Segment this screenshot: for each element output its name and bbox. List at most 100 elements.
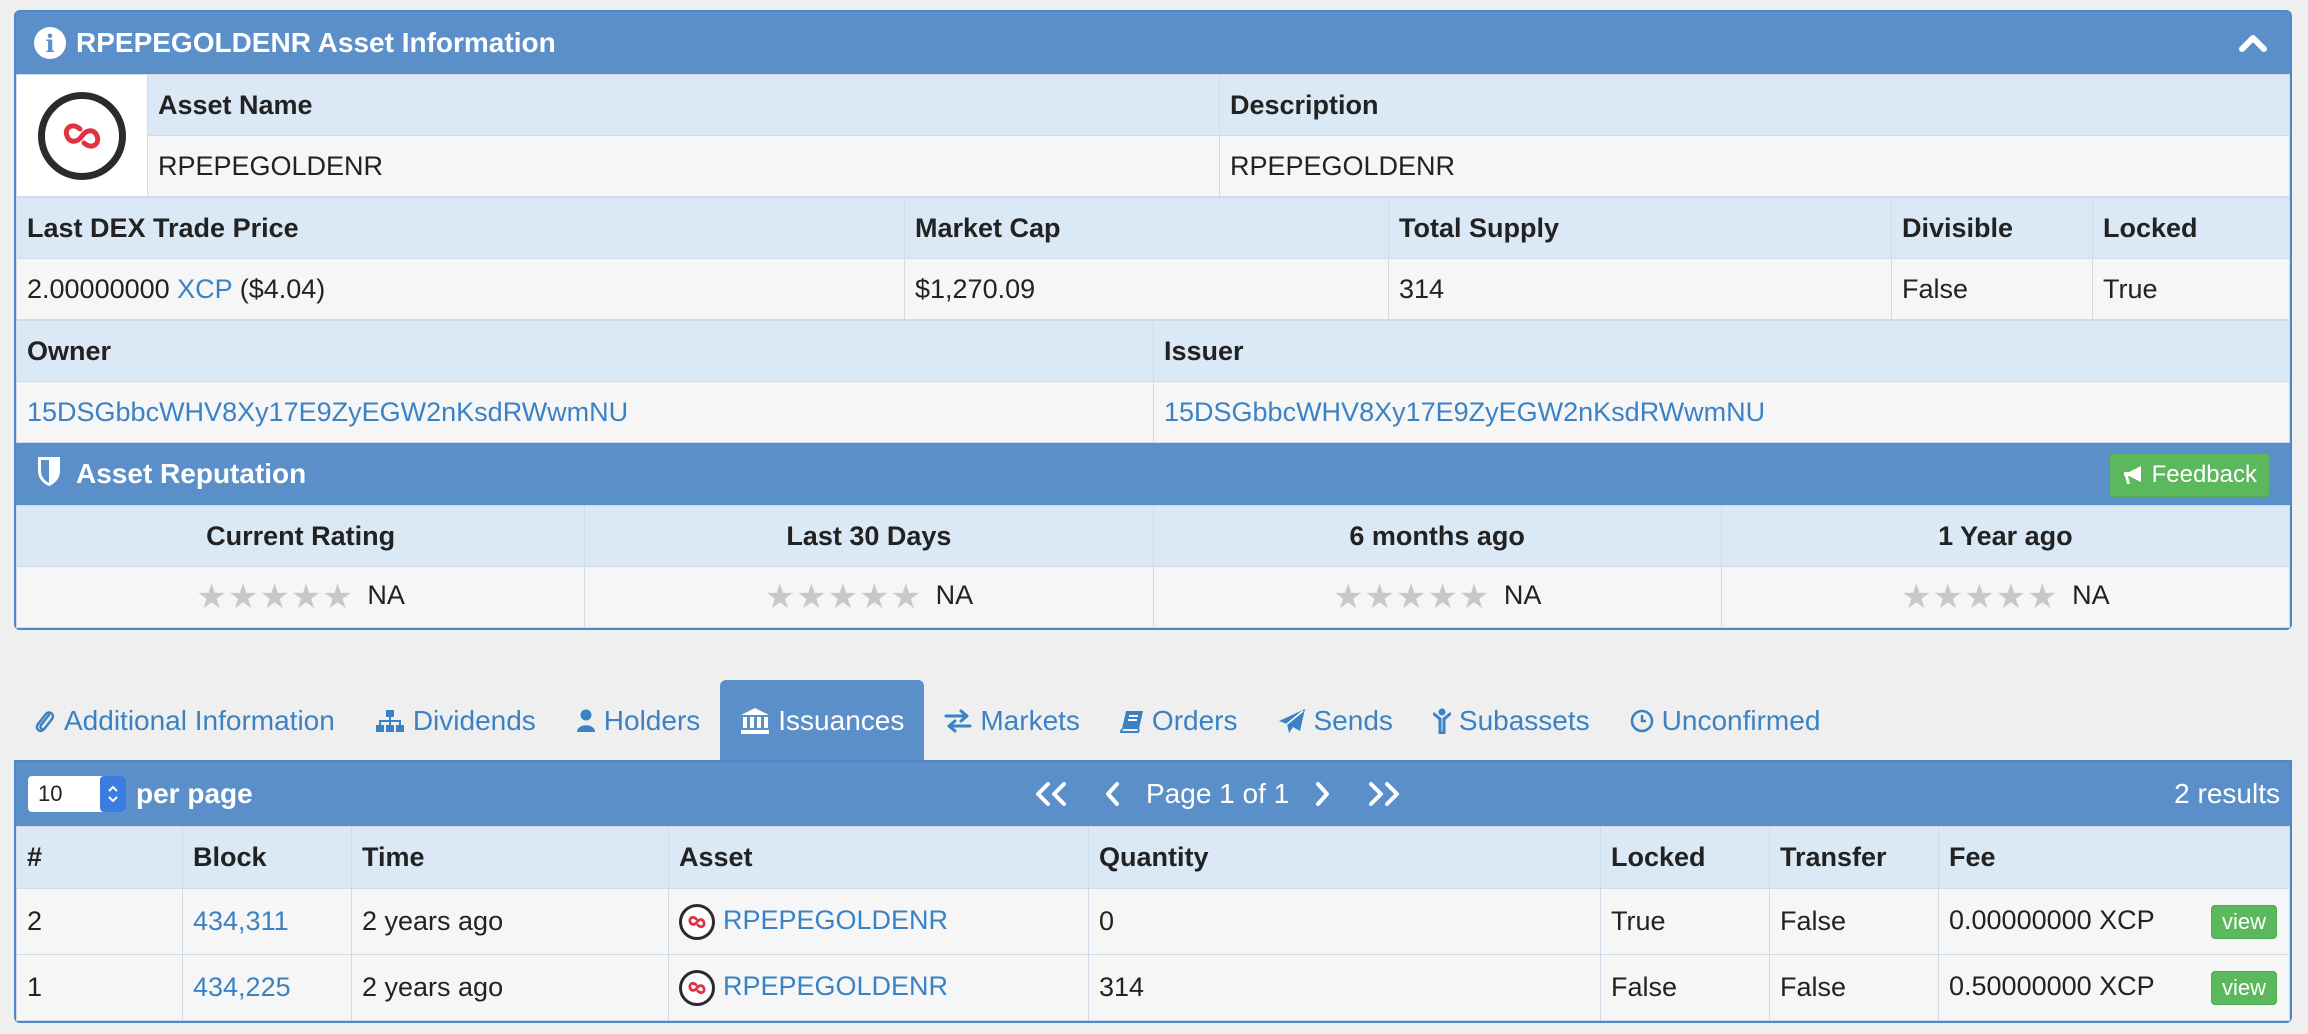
view-button[interactable]: view: [2210, 970, 2277, 1005]
row-locked: True: [1600, 888, 1770, 955]
description-value: RPEPEGOLDENR: [1219, 135, 2290, 197]
divisible-label: Divisible: [1891, 197, 2093, 259]
double-chevron-right-icon: [1369, 782, 1400, 806]
counterparty-logo-icon: [679, 903, 715, 940]
description-label: Description: [1219, 74, 2290, 136]
tab-label: Subassets: [1458, 705, 1590, 736]
tab-additional-information[interactable]: Additional Information: [14, 680, 355, 762]
last-price-label: Last DEX Trade Price: [16, 197, 905, 259]
row-time: 2 years ago: [351, 954, 669, 1021]
reputation-table: Current Rating Last 30 Days 6 months ago…: [15, 505, 2291, 628]
rating-current-value: NA: [367, 580, 405, 611]
table-header-row: # Block Time Asset Quantity Locked Trans…: [16, 826, 2290, 889]
asset-link[interactable]: RPEPEGOLDENR: [723, 971, 948, 1001]
per-page-label: per page: [136, 778, 253, 809]
tab-markets[interactable]: Markets: [924, 680, 1100, 762]
pagination: Page 1 of 1: [1016, 762, 1419, 826]
chevron-up-icon[interactable]: [2238, 28, 2268, 65]
tab-label: Issuances: [778, 705, 905, 736]
feedback-label: Feedback: [2151, 461, 2257, 488]
locked-value: True: [2092, 258, 2290, 320]
rating-30days-label: Last 30 Days: [584, 505, 1154, 567]
row-time: 2 years ago: [351, 888, 669, 955]
row-quantity: 0: [1088, 888, 1601, 955]
row-number: 1: [16, 954, 183, 1021]
row-number: 2: [16, 888, 183, 955]
tab-holders[interactable]: Holders: [556, 680, 720, 762]
per-page-select[interactable]: 10: [28, 776, 126, 812]
rating-1year: ★ ★ ★ ★ ★ NA: [1720, 566, 2291, 628]
book-icon: [1119, 711, 1143, 733]
market-cap-label: Market Cap: [904, 197, 1389, 259]
total-supply-label: Total Supply: [1388, 197, 1892, 259]
row-locked: False: [1600, 954, 1770, 1021]
per-page-value: 10: [38, 781, 63, 806]
column-header: Asset: [668, 826, 1089, 889]
tab-label: Unconfirmed: [1661, 705, 1821, 736]
shield-icon: [36, 455, 62, 494]
last-page-button[interactable]: [1347, 781, 1419, 807]
select-arrows-icon: [100, 776, 126, 812]
block-link[interactable]: 434,225: [193, 972, 291, 1002]
star-rating-icon: ★ ★ ★ ★ ★: [196, 577, 353, 617]
rating-6months-value: NA: [1503, 580, 1542, 611]
chevron-right-icon: [1316, 782, 1330, 806]
last-price-value: 2.00000000 XCP ($4.04): [16, 258, 905, 320]
column-header: Time: [351, 826, 669, 889]
feedback-button[interactable]: Feedback: [2108, 453, 2270, 497]
asset-link[interactable]: RPEPEGOLDENR: [723, 905, 948, 935]
owner-address-link[interactable]: 15DSGbbcWHV8Xy17E9ZyEGW2nKsdRWwmNU: [27, 397, 628, 427]
issuances-table: # Block Time Asset Quantity Locked Trans…: [16, 826, 2290, 1021]
locked-label: Locked: [2092, 197, 2290, 259]
paperclip-icon: [35, 711, 55, 733]
tab-orders[interactable]: Orders: [1100, 680, 1258, 762]
counterparty-logo-icon: [38, 91, 126, 180]
rating-6months: ★ ★ ★ ★ ★ NA: [1152, 566, 1722, 628]
owner-label: Owner: [16, 320, 1154, 382]
column-header: #: [16, 826, 183, 889]
tab-label: Additional Information: [64, 705, 335, 736]
paper-plane-icon: [1278, 709, 1305, 733]
issuances-panel: 10 per page Page 1 of 1 2 results # Bloc…: [14, 760, 2292, 1023]
tab-label: Holders: [603, 705, 701, 736]
double-chevron-left-icon: [1036, 782, 1066, 806]
tab-issuances[interactable]: Issuances: [720, 680, 925, 762]
tab-subassets[interactable]: Subassets: [1413, 680, 1610, 762]
row-transfer: False: [1769, 954, 1939, 1021]
prev-page-button[interactable]: [1088, 781, 1138, 807]
next-page-button[interactable]: [1297, 781, 1347, 807]
page-indicator: Page 1 of 1: [1146, 778, 1290, 809]
chevron-left-icon: [1106, 782, 1119, 806]
column-header: Transfer: [1769, 826, 1939, 889]
divisible-value: False: [1891, 258, 2093, 320]
asset-info-panel: i RPEPEGOLDENR Asset Information Asset N…: [14, 10, 2292, 630]
star-rating-icon: ★ ★ ★ ★ ★: [1901, 577, 2058, 617]
tab-dividends[interactable]: Dividends: [355, 680, 556, 762]
owner-issuer-table: Owner Issuer 15DSGbbcWHV8Xy17E9ZyEGW2nKs…: [16, 320, 2290, 443]
view-button[interactable]: view: [2210, 904, 2277, 939]
row-fee: 0.00000000 XCP: [1949, 904, 2155, 935]
reputation-header: Asset Reputation Feedback: [16, 443, 2290, 505]
issuer-address-link[interactable]: 15DSGbbcWHV8Xy17E9ZyEGW2nKsdRWwmNU: [1164, 397, 1765, 427]
xcp-link[interactable]: XCP: [177, 274, 232, 304]
star-rating-icon: ★ ★ ★ ★ ★: [1332, 577, 1490, 617]
tab-sends[interactable]: Sends: [1258, 680, 1413, 762]
column-header: Quantity: [1088, 826, 1601, 889]
asset-name-table: Asset Name Description RPEPEGOLDENR RPEP…: [16, 74, 2290, 197]
user-icon: [576, 709, 595, 732]
asset-stats-table: Last DEX Trade Price Market Cap Total Su…: [16, 197, 2290, 320]
tab-unconfirmed[interactable]: Unconfirmed: [1610, 680, 1841, 762]
asset-name-label: Asset Name: [147, 74, 1220, 136]
first-page-button[interactable]: [1016, 781, 1088, 807]
column-header: Block: [182, 826, 352, 889]
sitemap-icon: [375, 710, 404, 732]
bank-icon: [741, 708, 770, 734]
block-link[interactable]: 434,311: [193, 906, 289, 936]
rating-1year-label: 1 Year ago: [1720, 505, 2291, 567]
tab-label: Markets: [980, 705, 1080, 736]
table-row: 1 434,225 2 years ago RPEPEGOLDENR 314 F…: [16, 954, 2290, 1021]
rating-30days-value: NA: [935, 580, 974, 611]
total-supply-value: 314: [1388, 258, 1892, 320]
column-header: Locked: [1600, 826, 1770, 889]
asset-info-header: i RPEPEGOLDENR Asset Information: [16, 12, 2290, 74]
